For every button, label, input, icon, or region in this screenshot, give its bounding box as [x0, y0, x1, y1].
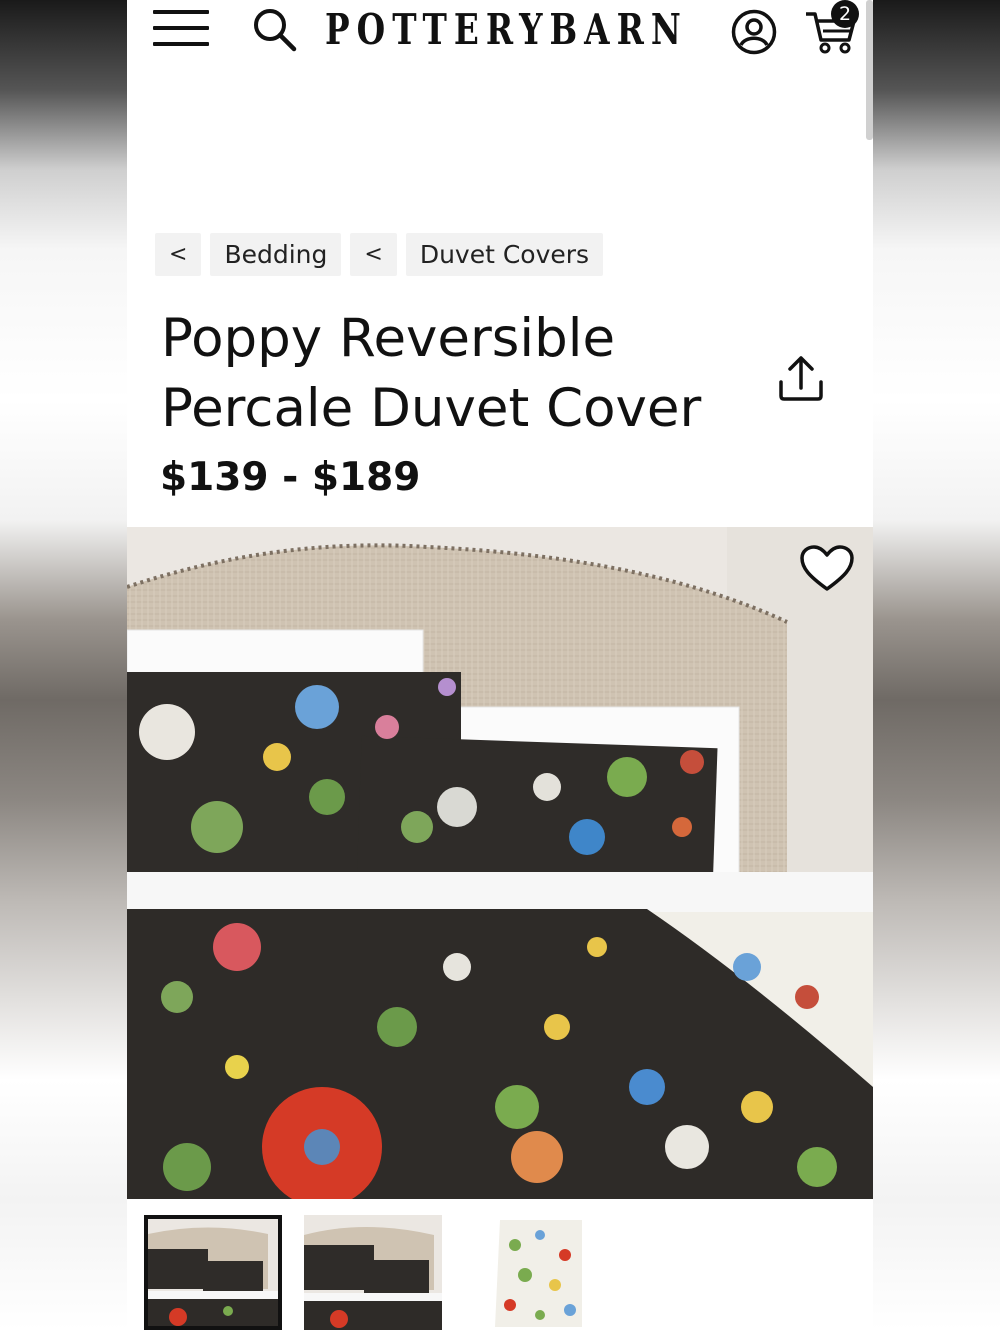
- site-logo[interactable]: POTTERYBARN: [325, 6, 688, 54]
- heart-icon[interactable]: [799, 544, 855, 594]
- site-header: POTTERYBARN 2: [127, 0, 873, 62]
- thumbnail-2[interactable]: [304, 1215, 442, 1330]
- thumbnail-3[interactable]: [470, 1215, 608, 1330]
- thumbnail-1-image: [148, 1219, 278, 1326]
- product-price: $139 - $189: [160, 455, 421, 500]
- thumbnail-3-image: [470, 1215, 608, 1330]
- breadcrumb: < Bedding < Duvet Covers: [155, 233, 604, 276]
- image-thumbnails: [144, 1215, 873, 1330]
- hamburger-menu-icon[interactable]: [153, 8, 209, 48]
- account-icon[interactable]: [730, 8, 778, 56]
- thumbnail-1[interactable]: [144, 1215, 282, 1330]
- breadcrumb-item-bedding[interactable]: Bedding: [210, 233, 342, 276]
- breadcrumb-back-1[interactable]: <: [155, 233, 202, 276]
- breadcrumb-back-2[interactable]: <: [350, 233, 397, 276]
- thumbnail-2-image: [304, 1215, 442, 1330]
- product-main-image[interactable]: [127, 527, 873, 1199]
- breadcrumb-item-duvet-covers[interactable]: Duvet Covers: [405, 233, 604, 276]
- product-page: POTTERYBARN 2 < Bedding < Duvet Covers P…: [127, 0, 873, 1330]
- product-title: Poppy Reversible Percale Duvet Cover: [161, 308, 702, 439]
- share-icon[interactable]: [777, 352, 825, 404]
- cart-count-badge: 2: [831, 0, 859, 28]
- search-icon[interactable]: [251, 6, 297, 52]
